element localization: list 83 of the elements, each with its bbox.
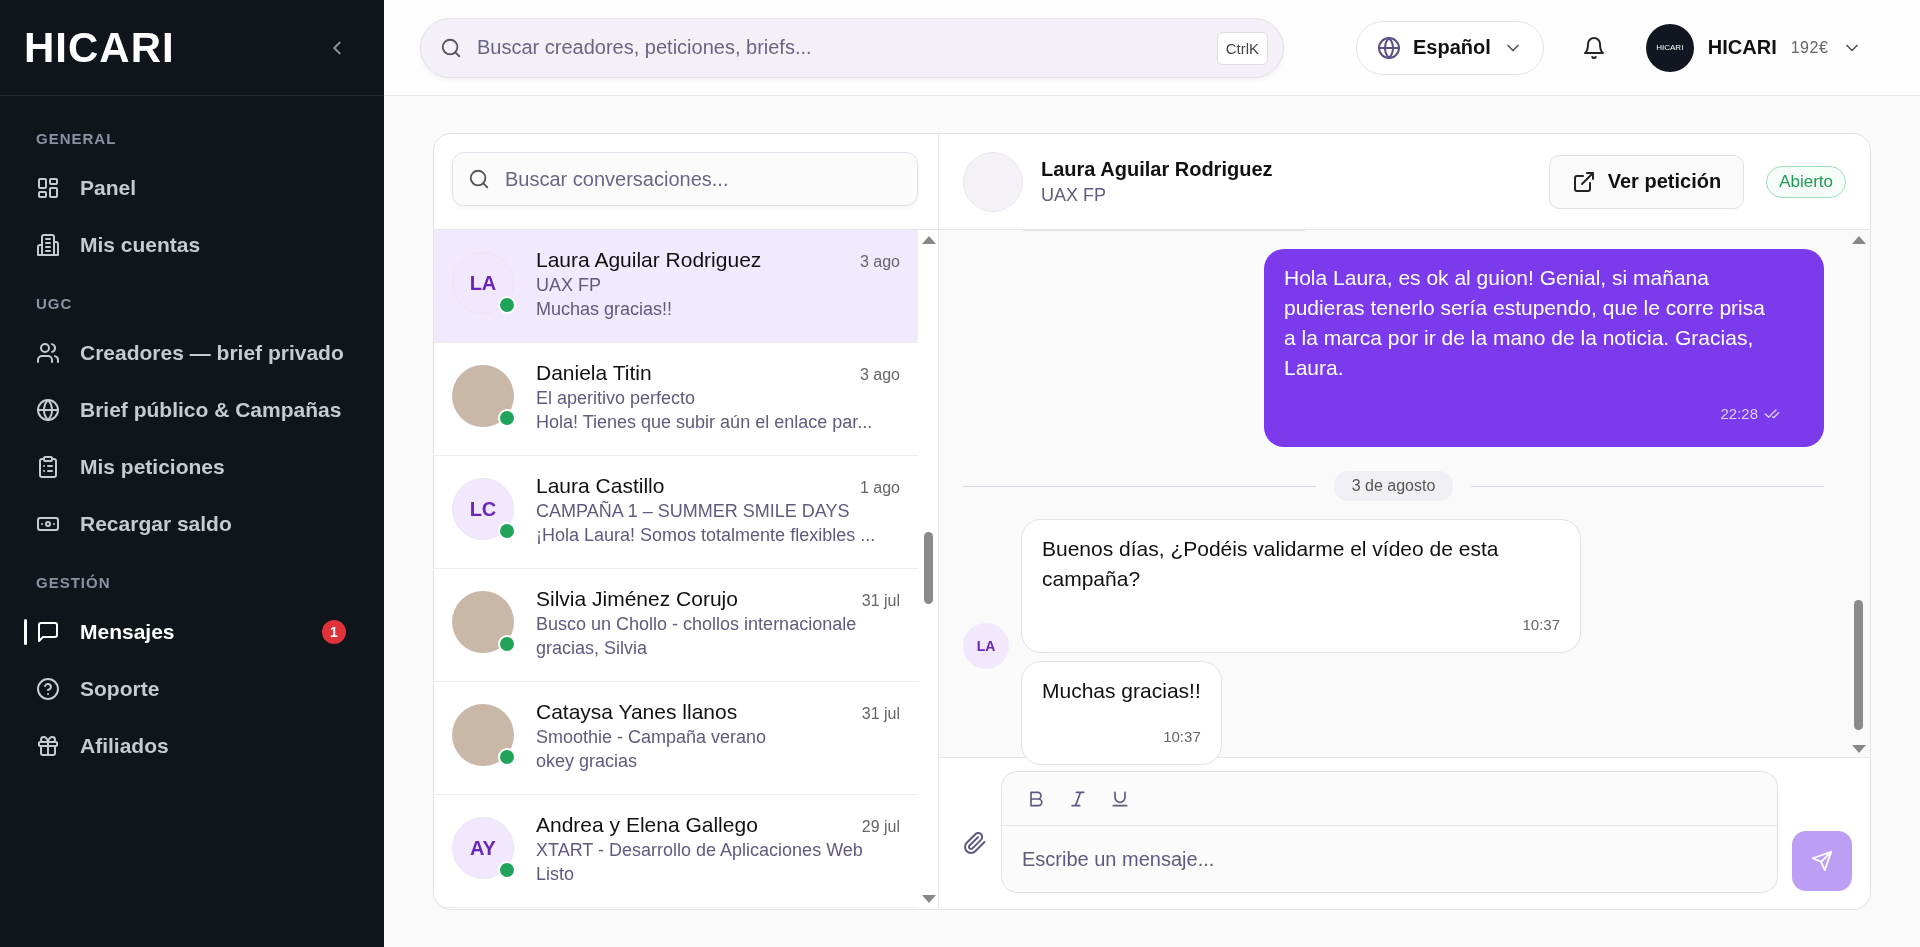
nav-item[interactable]: Soporte xyxy=(0,660,384,717)
external-link-icon xyxy=(1571,169,1596,194)
message-preview: okey gracias xyxy=(536,751,639,772)
gift-icon xyxy=(36,733,60,758)
nav-item[interactable]: Brief público & Campañas xyxy=(0,381,384,438)
nav-item[interactable]: Recargar saldo xyxy=(0,495,384,552)
conversation-item[interactable]: LC Laura Castillo 1 ago CAMPAÑA 1 – SUMMER SMILE DAYS ¡Hola Laura! Somos totalmente flexibles ... xyxy=(434,456,918,569)
search-icon xyxy=(468,168,490,190)
timestamp: 31 jul xyxy=(861,592,900,610)
status-badge: Abierto xyxy=(1766,165,1846,198)
avatar: AY xyxy=(452,817,514,879)
notification-bell-icon[interactable] xyxy=(1581,35,1606,60)
conversation-subject: CAMPAÑA 1 – SUMMER SMILE DAYS xyxy=(536,501,851,522)
italic-icon[interactable] xyxy=(1068,788,1088,809)
send-icon xyxy=(1811,850,1833,872)
conversation-item[interactable]: LA Laura Aguilar Rodriguez 3 ago UAX FP Muchas gracias!! xyxy=(434,230,918,343)
message-bubble: Muchas gracias!! 10:37 xyxy=(1021,661,1222,765)
nav-item[interactable]: Afiliados xyxy=(0,717,384,774)
conversation-subject: UAX FP xyxy=(1041,184,1107,206)
conversation-subject: Busco un Chollo - chollos internacionale xyxy=(536,614,858,635)
language-selector[interactable]: Español xyxy=(1356,20,1544,75)
avatar: LA xyxy=(963,623,1009,669)
clipboard-icon xyxy=(36,454,60,479)
section-heading: GESTIÓN xyxy=(35,573,112,593)
timestamp: 3 ago xyxy=(859,253,900,271)
users-icon xyxy=(36,340,60,365)
message-preview: ¡Hola Laura! Somos totalmente flexibles ... xyxy=(536,525,877,546)
help-icon xyxy=(36,676,60,701)
conversation-item[interactable]: Silvia Jiménez Corujo 31 jul Busco un Chollo - chollos internacionale gracias, Silvia xyxy=(434,569,918,682)
active-indicator xyxy=(24,619,27,645)
avatar: LA xyxy=(452,252,514,314)
contact-name: Silvia Jiménez Corujo xyxy=(536,587,738,611)
message-time: 22:28 xyxy=(1720,404,1758,424)
grid-icon xyxy=(36,175,60,200)
user-menu[interactable]: HICARI HICARI 192€ xyxy=(1645,23,1863,72)
globe-icon xyxy=(36,397,60,422)
view-request-button[interactable]: Ver petición xyxy=(1548,154,1745,209)
message-preview: Hola! Tienes que subir aún el enlace par... xyxy=(536,412,874,433)
nav-item[interactable]: Mis peticiones xyxy=(0,438,384,495)
unread-badge: 1 xyxy=(322,619,346,644)
chat-bubble-icon xyxy=(36,619,60,644)
message-composer[interactable]: Escribe un mensaje... xyxy=(1001,771,1778,893)
date-separator: 3 de agosto xyxy=(1333,471,1454,501)
conversation-item[interactable]: AY Andrea y Elena Gallego 29 jul XTART - Desarrollo de Aplicaciones Web Listo xyxy=(434,795,918,908)
message-preview: gracias, Silvia xyxy=(536,638,649,659)
search-icon xyxy=(440,36,462,59)
message-time: 10:37 xyxy=(1522,615,1560,635)
message-preview: Listo xyxy=(536,864,576,885)
balance-text: 192€ xyxy=(1790,38,1829,57)
message-input[interactable]: Escribe un mensaje... xyxy=(1002,826,1777,892)
contact-name: Andrea y Elena Gallego xyxy=(536,813,758,837)
section-heading: UGC xyxy=(35,294,74,314)
timestamp: 31 jul xyxy=(861,705,900,723)
timestamp: 3 ago xyxy=(859,366,900,384)
contact-name: Laura Castillo xyxy=(536,474,665,498)
section-heading: GENERAL xyxy=(35,129,118,149)
logo[interactable]: HICARI xyxy=(24,23,175,72)
conversation-subject: El aperitivo perfecto xyxy=(536,388,697,409)
paperclip-icon[interactable] xyxy=(963,831,987,855)
contact-name: Daniela Titin xyxy=(536,361,652,385)
nav-item[interactable]: Mensajes 1 xyxy=(0,603,384,660)
message-time: 10:37 xyxy=(1163,727,1201,747)
conversation-item[interactable]: Daniela Titin 3 ago El aperitivo perfecto Hola! Tienes que subir aún el enlace par... xyxy=(434,343,918,456)
search-field[interactable]: Buscar conversaciones... xyxy=(452,152,918,206)
contact-name: Laura Aguilar Rodriguez xyxy=(536,248,762,272)
avatar: LC xyxy=(452,478,514,540)
nav-item[interactable]: Mis cuentas xyxy=(0,216,384,273)
nav-item[interactable]: Creadores — brief privado xyxy=(0,324,384,381)
conversation-subject: Smoothie - Campaña verano xyxy=(536,727,768,748)
building-icon xyxy=(36,232,60,257)
message-bubble: Buenos días, ¿Podéis validarme el vídeo de esta campaña? 10:37 xyxy=(1021,519,1581,653)
contact-name: Laura Aguilar Rodriguez xyxy=(1041,157,1274,181)
conversation-subject: UAX FP xyxy=(536,275,602,296)
globe-icon xyxy=(1377,35,1401,60)
user-avatar: HICARI xyxy=(1645,23,1694,72)
conversation-item[interactable]: Cataysa Yanes llanos 31 jul Smoothie - Campaña verano okey gracias xyxy=(434,682,918,795)
timestamp: 1 ago xyxy=(859,479,900,497)
conversation-subject: XTART - Desarrollo de Aplicaciones Web xyxy=(536,840,864,861)
contact-name: Cataysa Yanes llanos xyxy=(536,700,738,724)
nav-item[interactable]: Panel xyxy=(0,159,384,216)
message-preview: Muchas gracias!! xyxy=(536,299,674,320)
message-bubble: Hola Laura, es ok al guion! Genial, si mañana pudieras tenerlo sería estupendo, que le corre prisa a la marca por ir de la mano de la noticia. Gracias, Laura. 22:28 xyxy=(1264,249,1824,447)
timestamp: 29 jul xyxy=(861,818,900,836)
